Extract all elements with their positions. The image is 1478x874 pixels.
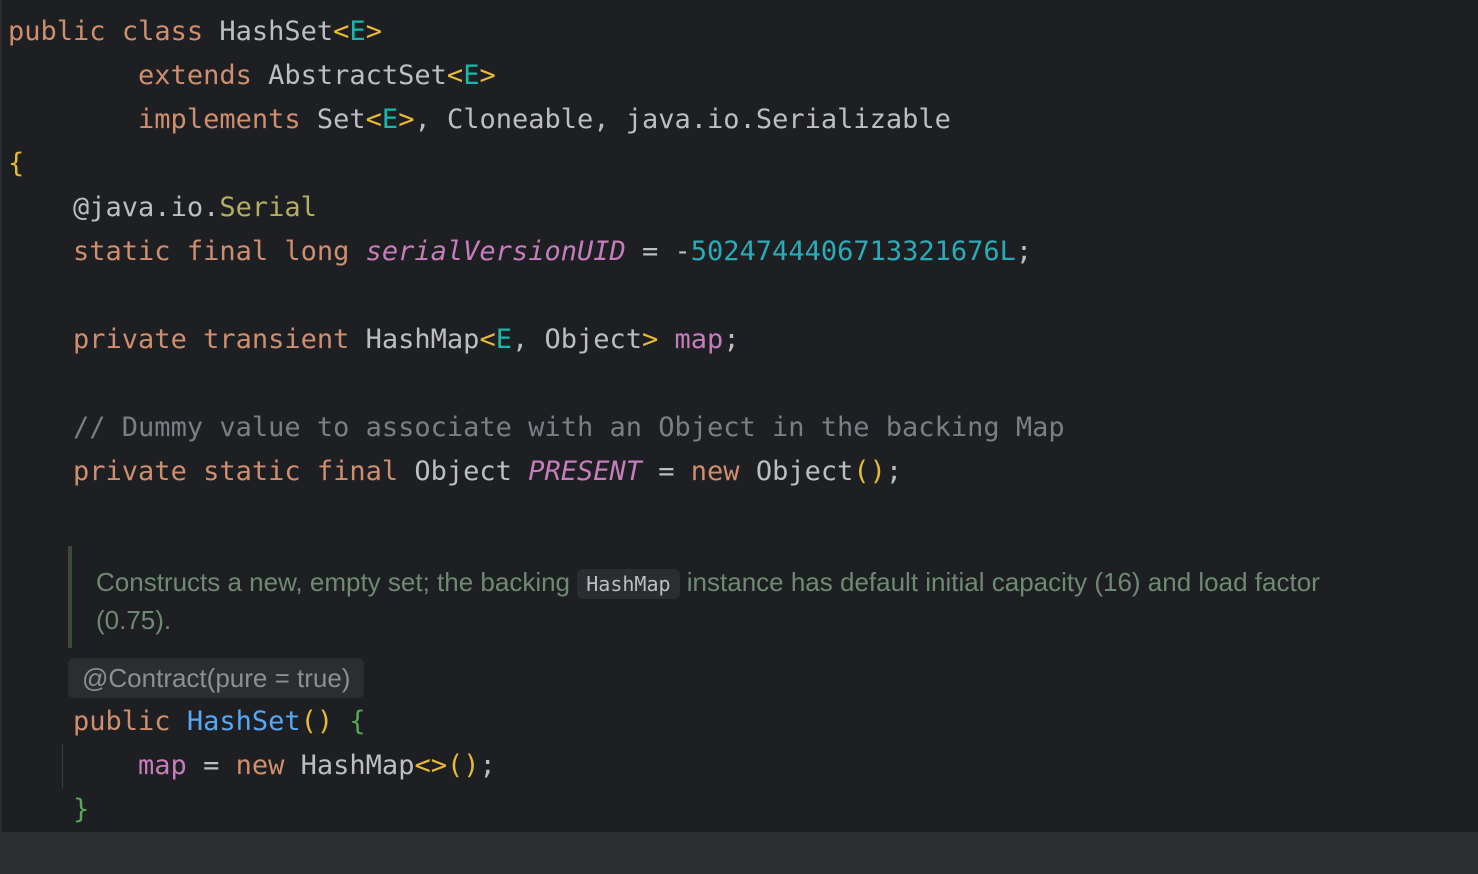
code-line-map-field: private transient HashMap<E, Object> map…	[73, 324, 740, 355]
code-line-extends: extends AbstractSet<E>	[138, 60, 496, 91]
code-line-serial-annotation: @java.io.Serial	[73, 192, 317, 223]
javadoc-rendered[interactable]: Constructs a new, empty set; the backing…	[68, 546, 1372, 648]
code-line-map-assign: map = new HashMap<>();	[138, 750, 496, 781]
editor-footer	[0, 832, 1478, 874]
code-line-comment: // Dummy value to associate with an Obje…	[73, 412, 1065, 443]
code-line-close-brace: }	[73, 794, 90, 825]
code-line-open-brace: {	[8, 148, 25, 179]
javadoc-text: Constructs a new, empty set; the backing…	[96, 567, 1320, 635]
javadoc-code-chip: HashMap	[577, 569, 680, 599]
contract-inlay-hint[interactable]: @Contract(pure = true)	[68, 658, 365, 698]
code-editor[interactable]: public class HashSet<E> extends Abstract…	[0, 0, 1478, 832]
code-line-present-field: private static final Object PRESENT = ne…	[73, 456, 903, 487]
code-line-class-decl: public class HashSet<E>	[8, 16, 382, 47]
code-line-implements: implements Set<E>, Cloneable, java.io.Se…	[138, 104, 951, 135]
code-line-constructor: public HashSet() {	[73, 706, 366, 737]
code-line-serial-version: static final long serialVersionUID = -50…	[73, 236, 1033, 267]
